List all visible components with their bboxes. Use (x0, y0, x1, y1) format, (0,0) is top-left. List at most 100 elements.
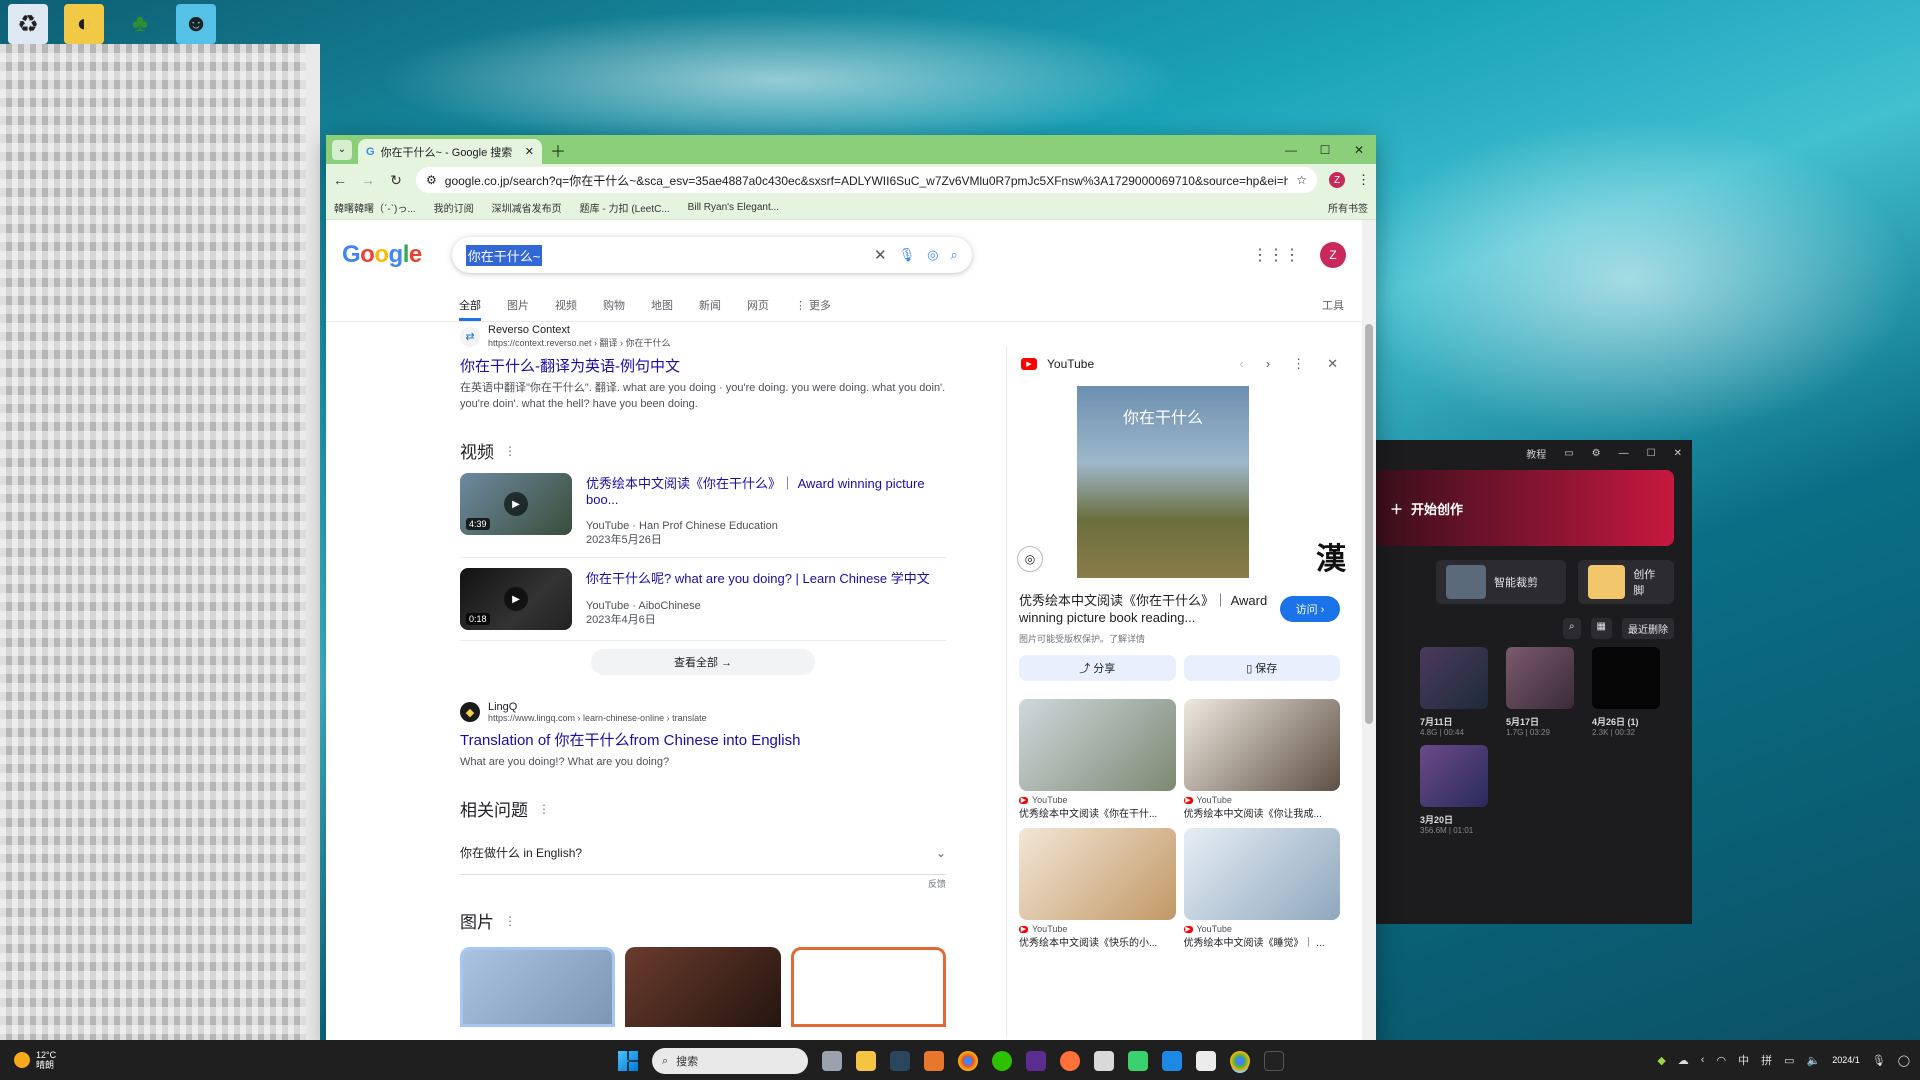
chevron-up-icon[interactable]: ‹ (1701, 1054, 1705, 1066)
tab-shopping[interactable]: 购物 (603, 297, 625, 321)
prev-icon[interactable]: ‹ (1239, 356, 1243, 372)
video-result[interactable]: ▶ 0:18 你在干什么呢? what are you doing? | Lea… (460, 558, 946, 641)
search-query[interactable]: 你在干什么~ (465, 244, 543, 266)
taskbar-search[interactable]: ⌕ 搜索 (652, 1048, 808, 1074)
share-button[interactable]: ⤴ 分享 (1019, 655, 1176, 681)
ime-mode[interactable]: 拼 (1761, 1052, 1772, 1068)
search-box[interactable]: 你在干什么~ ✕ 🎙 ◎ ⌕ (452, 237, 972, 273)
start-menu-icon[interactable] (618, 1051, 638, 1071)
wifi-icon[interactable]: ◠ (1716, 1054, 1726, 1067)
menu-icon[interactable]: ⋮ (1357, 172, 1370, 188)
back-icon[interactable]: ← (332, 172, 348, 188)
panel-title[interactable]: 优秀绘本中文阅读《你在干什么》｜ Award winning picture b… (1019, 592, 1270, 626)
mic-icon[interactable]: 🎙 (1872, 1054, 1886, 1067)
tab-close-icon[interactable]: ✕ (525, 145, 534, 158)
clip-item[interactable]: 7月11日 4.8G | 00:44 (1420, 647, 1488, 737)
more-options-icon[interactable]: ⋮ (1292, 356, 1305, 372)
app-x-icon[interactable] (1094, 1051, 1114, 1071)
close-icon[interactable]: ✕ (1327, 356, 1338, 372)
video-title-link[interactable]: 你在干什么呢? what are you doing? | Learn Chin… (586, 568, 930, 587)
page-scrollbar[interactable] (1362, 220, 1376, 1045)
ime-lang[interactable]: 中 (1738, 1052, 1749, 1068)
reload-icon[interactable]: ↻ (388, 172, 404, 189)
voice-search-icon[interactable]: 🎙 (899, 247, 916, 263)
wechat-icon[interactable] (992, 1051, 1012, 1071)
chrome-icon[interactable] (958, 1051, 978, 1071)
bookmark-item[interactable]: 韓曙韓曙（ˊ-ˋ)っ... (334, 200, 416, 215)
feedback-icon[interactable]: ▭ (1564, 448, 1573, 459)
account-avatar[interactable]: Z (1320, 242, 1346, 268)
video-thumbnail[interactable]: ▶ 0:18 (460, 568, 572, 630)
search-icon[interactable]: ⌕ (1562, 618, 1581, 639)
tools-button[interactable]: 工具 (1322, 297, 1344, 321)
new-tab-icon[interactable]: ＋ (550, 138, 566, 162)
save-button[interactable]: ▯ 保存 (1183, 655, 1340, 681)
close-icon[interactable]: ✕ (1674, 448, 1682, 459)
clip-item[interactable]: 3月20日 356.6M | 01:01 (1420, 745, 1488, 835)
google-logo[interactable]: Google (342, 241, 422, 269)
app-icon[interactable]: ◐ (64, 4, 104, 44)
video-title-link[interactable]: 优秀绘本中文阅读《你在干什么》｜ Award winning picture b… (586, 473, 946, 507)
task-view-icon[interactable] (822, 1051, 842, 1071)
browser-tab[interactable]: G 你在干什么~ - Google 搜索 ✕ (358, 139, 542, 164)
recent-delete-button[interactable]: 最近删除 (1622, 618, 1674, 639)
visit-button[interactable]: 访问 › (1280, 596, 1340, 622)
character-icon[interactable]: ☻ (176, 4, 216, 44)
lens-icon[interactable]: ◎ (1017, 546, 1043, 572)
blue-app-icon[interactable] (1162, 1051, 1182, 1071)
related-image-card[interactable]: ▶ YouTube 优秀绘本中文阅读《你让我成... (1183, 699, 1340, 820)
tab-search-icon[interactable]: ⌄ (332, 139, 352, 160)
create-script-button[interactable]: 创作脚 (1578, 560, 1674, 604)
video-result[interactable]: ▶ 4:39 优秀绘本中文阅读《你在干什么》｜ Award winning pi… (460, 463, 946, 558)
settings-icon[interactable]: ⚙ (1592, 448, 1601, 459)
related-image-card[interactable]: ▶ YouTube 优秀绘本中文阅读《快乐的小... (1019, 828, 1176, 949)
clear-icon[interactable]: ✕ (874, 246, 887, 264)
video-thumbnail[interactable]: ▶ 4:39 (460, 473, 572, 535)
bookmark-item[interactable]: 我的订阅 (434, 200, 474, 215)
chevron-down-icon[interactable]: ⌄ (936, 846, 946, 860)
notification-icon[interactable]: ◯ (1898, 1054, 1910, 1067)
clip-item[interactable]: 4月26日 (1) 2.3K | 00:32 (1592, 647, 1660, 737)
steam-icon[interactable] (890, 1051, 910, 1071)
bookmark-item[interactable]: 题库 - 力扣 (LeetC... (580, 200, 670, 215)
photos-icon[interactable] (1196, 1051, 1216, 1071)
firefox-icon[interactable] (1060, 1051, 1080, 1071)
more-options-icon[interactable]: ⋮ (538, 802, 550, 816)
result-url[interactable]: https://www.lingq.com › learn-chinese-on… (488, 713, 707, 723)
maximize-icon[interactable]: ☐ (1647, 448, 1656, 459)
tab-web[interactable]: 网页 (747, 297, 769, 321)
bookmark-item[interactable]: 深圳减省发布页 (492, 200, 562, 215)
tab-maps[interactable]: 地图 (651, 297, 673, 321)
profile-avatar[interactable]: Z (1329, 172, 1345, 188)
search-icon[interactable]: ⌕ (950, 247, 957, 263)
bookmark-item[interactable]: Bill Ryan's Elegant... (688, 202, 779, 213)
clip-item[interactable]: 5月17日 1.7G | 03:29 (1506, 647, 1574, 737)
smart-cut-button[interactable]: 智能裁剪 (1436, 560, 1566, 604)
apps-grid-icon[interactable]: ⋮⋮⋮ (1252, 245, 1300, 265)
related-image-card[interactable]: ▶ YouTube 优秀绘本中文阅读《睡觉》｜ ... (1183, 828, 1340, 949)
scrollbar-thumb[interactable] (1365, 324, 1373, 724)
tree-icon[interactable]: ♣ (120, 4, 160, 44)
app-g-icon[interactable] (924, 1051, 944, 1071)
all-bookmarks[interactable]: 所有书签 (1328, 200, 1368, 215)
green-app-icon[interactable] (1128, 1051, 1148, 1071)
tab-news[interactable]: 新闻 (699, 297, 721, 321)
tutorial-link[interactable]: 教程 (1526, 446, 1546, 461)
volume-icon[interactable]: 🔈 (1806, 1054, 1820, 1067)
tray-app-icon[interactable]: ◆ (1657, 1054, 1665, 1067)
lens-icon[interactable]: ◎ (927, 247, 938, 263)
image-result[interactable] (790, 947, 947, 1027)
tab-all[interactable]: 全部 (459, 297, 481, 321)
start-create-button[interactable]: ＋ 开始创作 (1376, 470, 1674, 546)
chrome-active-icon[interactable] (1230, 1051, 1250, 1071)
site-info-icon[interactable]: ⚙ (426, 173, 437, 187)
result-url[interactable]: https://context.reverso.net › 翻译 › 你在干什么 (488, 336, 671, 349)
visual-studio-icon[interactable] (1026, 1051, 1046, 1071)
forward-icon[interactable]: → (360, 172, 376, 188)
weather-widget[interactable]: 12°C 晴朗 (0, 1050, 56, 1070)
more-options-icon[interactable]: ⋮ (504, 914, 516, 928)
close-icon[interactable]: ✕ (1342, 143, 1376, 157)
bookmark-star-icon[interactable]: ☆ (1296, 173, 1307, 187)
minimize-icon[interactable]: — (1274, 143, 1308, 157)
image-result[interactable] (625, 947, 781, 1027)
